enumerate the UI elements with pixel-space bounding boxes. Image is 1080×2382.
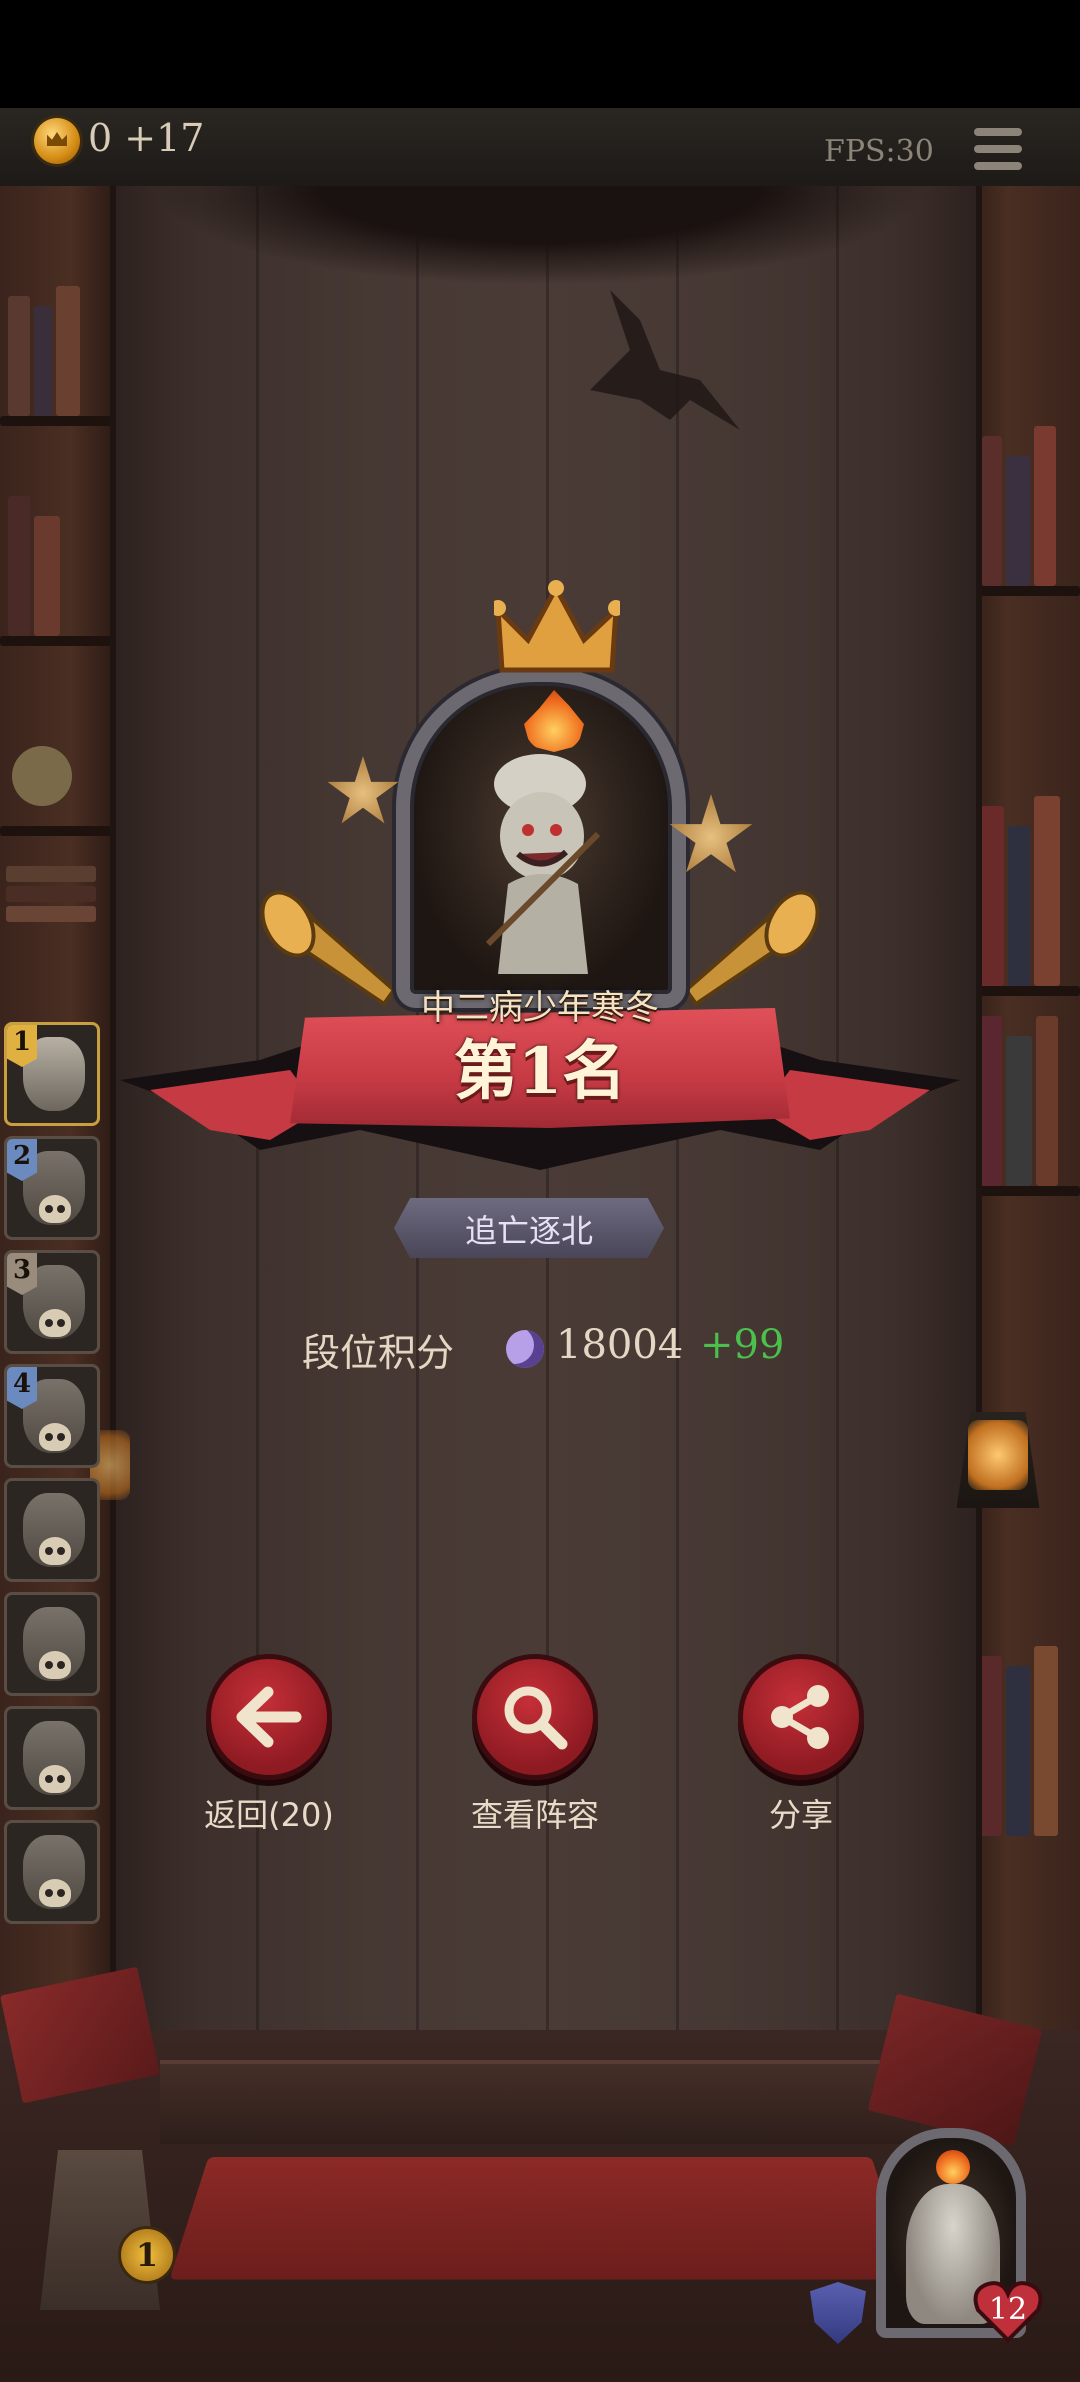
player-card[interactable]: 3 <box>4 1250 100 1354</box>
moon-icon <box>506 1330 544 1368</box>
title-plate-text: 追亡逐北 <box>464 1212 593 1250</box>
share-icon <box>771 1685 829 1749</box>
skull-icon <box>35 1309 75 1347</box>
player-card[interactable] <box>4 1706 100 1810</box>
crown-icon <box>494 580 620 673</box>
skull-icon <box>35 1423 75 1461</box>
skull-icon <box>35 1765 75 1803</box>
rank-label: 第1名 <box>453 1034 627 1109</box>
coin-counter: 0 +17 <box>88 116 205 160</box>
back-button-label[interactable]: 返回(20) <box>169 1790 369 1836</box>
share-label[interactable]: 分享 <box>701 1790 901 1836</box>
status-bar-area <box>0 0 1080 108</box>
right-lamp-glow <box>968 1420 1028 1490</box>
player-card[interactable]: 2 <box>4 1136 100 1240</box>
rank-flag: 1 <box>7 1025 37 1067</box>
rank-flag: 2 <box>7 1139 37 1181</box>
search-icon <box>504 1686 568 1750</box>
stage-step <box>160 2060 920 2144</box>
bat-shadow-icon <box>590 290 740 430</box>
fps-counter: FPS:30 <box>824 134 934 169</box>
red-carpet <box>169 2157 911 2280</box>
back-button[interactable] <box>206 1654 332 1780</box>
rank-score-label: 段位积分 <box>302 1331 455 1375</box>
arrow-left-icon <box>236 1686 302 1748</box>
mini-flame-icon <box>936 2150 970 2184</box>
cage-level-badge: 1 <box>118 2226 176 2284</box>
chef-character-portrait <box>485 754 601 974</box>
rank-score-value: 18004 <box>556 1322 684 1368</box>
player-card[interactable] <box>4 1592 100 1696</box>
skull-icon <box>35 1537 75 1575</box>
rank-flag: 3 <box>7 1253 37 1295</box>
door-arch-shadow <box>150 186 930 286</box>
rank-flag: 4 <box>7 1367 37 1409</box>
health-count: 12 <box>988 2292 1028 2327</box>
view-lineup-label[interactable]: 查看阵容 <box>435 1790 635 1836</box>
share-button[interactable] <box>738 1654 864 1780</box>
player-card[interactable]: 1 <box>4 1022 100 1126</box>
skull-icon <box>35 1651 75 1689</box>
crown-coin-icon <box>34 118 80 164</box>
player-card[interactable]: 4 <box>4 1364 100 1468</box>
skull-icon <box>35 1195 75 1233</box>
skull-icon <box>35 1879 75 1917</box>
player-card[interactable] <box>4 1820 100 1924</box>
view-lineup-button[interactable] <box>472 1654 598 1780</box>
rank-score-delta: +99 <box>700 1322 785 1368</box>
player-card[interactable] <box>4 1478 100 1582</box>
hamburger-menu-icon[interactable] <box>974 126 1024 172</box>
